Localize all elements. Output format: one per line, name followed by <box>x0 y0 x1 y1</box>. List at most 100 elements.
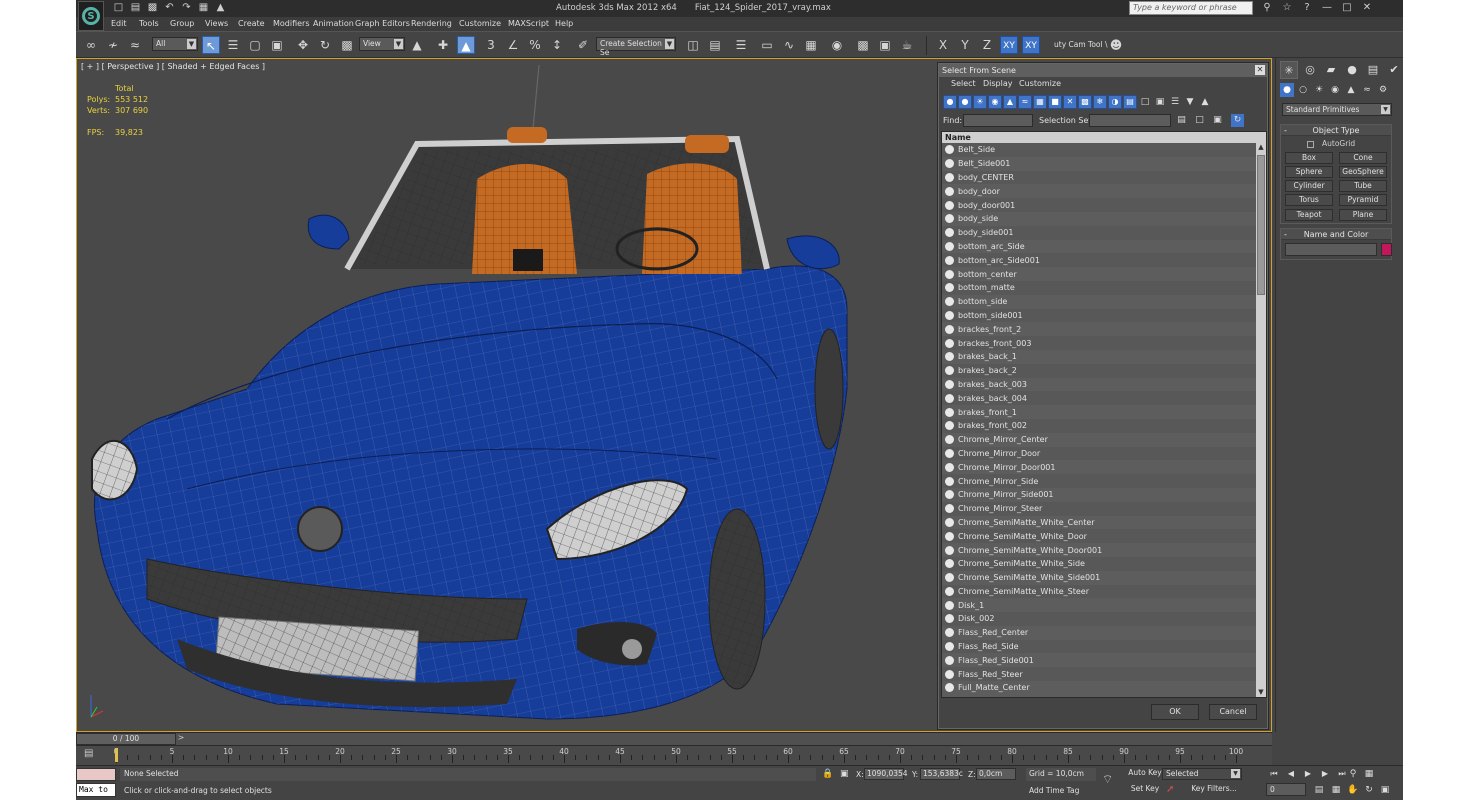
close-icon[interactable]: ✕ <box>1360 1 1374 15</box>
list-item[interactable]: Belt_Side001 <box>942 157 1256 171</box>
tab-utilities[interactable]: ✔ <box>1385 61 1403 79</box>
move-icon[interactable]: ✥ <box>294 36 312 54</box>
select-none-icon[interactable]: □ <box>1193 114 1206 127</box>
torus-button[interactable]: Torus <box>1285 194 1333 206</box>
pyramid-button[interactable]: Pyramid <box>1339 194 1387 206</box>
set-key-button[interactable]: Set Key <box>1128 784 1162 796</box>
menu-edit[interactable]: Edit <box>111 19 127 28</box>
list-item[interactable]: Disk_002 <box>942 612 1256 626</box>
display-xrefs-icon[interactable]: ■ <box>1048 95 1062 109</box>
key-mode-toggle-icon[interactable]: ▤ <box>1312 783 1326 797</box>
list-item[interactable]: brakes_back_2 <box>942 363 1256 378</box>
list-item[interactable]: Disk_1 <box>942 598 1256 612</box>
list-item[interactable]: bottom_side <box>942 295 1256 309</box>
list-item[interactable]: Chrome_SemiMatte_White_Side <box>942 556 1256 571</box>
scroll-thumb[interactable] <box>1257 155 1265 295</box>
object-type-header[interactable]: - Object Type <box>1281 125 1391 136</box>
display-geometry-icon[interactable]: ● <box>943 95 957 109</box>
render-production-icon[interactable]: ☕ <box>898 36 916 54</box>
list-item[interactable]: body_CENTER <box>942 170 1256 185</box>
tab-create[interactable]: ✳ <box>1280 61 1298 79</box>
list-item[interactable]: Chrome_Mirror_Steer <box>942 501 1256 516</box>
z-coordinate-field[interactable]: 0,0cm <box>976 768 1016 780</box>
sphere-button[interactable]: Sphere <box>1285 166 1333 178</box>
list-item[interactable]: brackes_front_2 <box>942 322 1256 336</box>
axis-xy-button[interactable]: XY <box>1000 36 1018 54</box>
play-icon[interactable]: ▶ <box>1300 767 1316 781</box>
list-item[interactable]: Chrome_SemiMatte_White_Steer <box>942 584 1256 599</box>
spinner-snap-icon[interactable]: ↕ <box>548 36 566 54</box>
open-file-icon[interactable]: ▤ <box>129 2 142 14</box>
filter-icon[interactable]: ▼ <box>1183 95 1197 109</box>
auto-key-button[interactable]: Auto Key <box>1128 768 1162 780</box>
ok-button[interactable]: OK <box>1151 704 1199 720</box>
find-input[interactable] <box>963 114 1033 127</box>
angle-snap-icon[interactable]: ∠ <box>504 36 522 54</box>
display-children-icon[interactable]: ☰ <box>1168 95 1182 109</box>
track-bar[interactable]: ▤ 05101520253035404550556065707580859095… <box>76 745 1272 765</box>
geometry-icon[interactable]: ● <box>1280 83 1294 97</box>
object-name-field[interactable] <box>1285 243 1377 256</box>
box-button[interactable]: Box <box>1285 152 1333 164</box>
x-coordinate-field[interactable]: 1090,0354 <box>864 768 908 780</box>
dialog-menu-customize[interactable]: Customize <box>1019 79 1061 88</box>
list-scrollbar[interactable]: ▲ ▼ <box>1256 143 1266 697</box>
select-by-name-icon[interactable]: ☰ <box>224 36 242 54</box>
tab-modify[interactable]: ◎ <box>1301 61 1319 79</box>
dialog-title-bar[interactable]: Select From Scene ✕ <box>939 64 1267 77</box>
geosphere-button[interactable]: GeoSphere <box>1339 166 1387 178</box>
add-time-tag[interactable]: Add Time Tag <box>1026 785 1096 798</box>
filter-influences-icon[interactable]: ▲ <box>1198 95 1212 109</box>
snaps-toggle-icon[interactable]: 3 <box>482 36 500 54</box>
search-input[interactable]: Type a keyword or phrase <box>1129 1 1253 15</box>
display-bones-icon[interactable]: ✕ <box>1063 95 1077 109</box>
menu-rendering[interactable]: Rendering <box>411 19 452 28</box>
display-containers-icon[interactable]: ▩ <box>1078 95 1092 109</box>
bind-spacewarp-icon[interactable]: ≈ <box>126 36 144 54</box>
next-frame-icon[interactable]: ▶ <box>1317 767 1333 781</box>
lights-icon[interactable]: ☀ <box>1312 83 1326 97</box>
minimize-icon[interactable]: — <box>1320 1 1334 15</box>
object-color-swatch[interactable] <box>1381 243 1392 256</box>
maxscript-listener-output[interactable] <box>76 768 116 781</box>
save-file-icon[interactable]: ▩ <box>146 2 159 14</box>
helpers-icon[interactable]: ▲ <box>1344 83 1358 97</box>
menu-graph-editors[interactable]: Graph Editors <box>355 19 410 28</box>
list-item[interactable]: Chrome_SemiMatte_White_Door001 <box>942 543 1256 557</box>
menu-tools[interactable]: Tools <box>139 19 159 28</box>
dialog-close-icon[interactable]: ✕ <box>1255 65 1265 75</box>
list-item[interactable]: Flass_Red_Steer <box>942 667 1256 682</box>
star-icon[interactable]: ☆ <box>1280 1 1294 15</box>
list-item[interactable]: Flass_Red_Side001 <box>942 653 1256 667</box>
select-all-icon[interactable]: ▤ <box>1175 114 1188 127</box>
cone-button[interactable]: Cone <box>1339 152 1387 164</box>
select-invert-icon[interactable]: ▣ <box>1211 114 1224 127</box>
list-item[interactable]: body_side001 <box>942 225 1256 240</box>
display-helpers-icon[interactable]: ▲ <box>1003 95 1017 109</box>
undo-icon[interactable]: ↶ <box>163 2 176 14</box>
display-spacewarps-icon[interactable]: ≈ <box>1018 95 1032 109</box>
menu-help[interactable]: Help <box>555 19 573 28</box>
help-icon[interactable]: ? <box>1300 1 1314 15</box>
display-invert-icon[interactable]: ▣ <box>1153 95 1167 109</box>
display-all-icon[interactable]: ▤ <box>1123 95 1137 109</box>
cylinder-button[interactable]: Cylinder <box>1285 180 1333 192</box>
curve-editor-icon[interactable]: ∿ <box>780 36 798 54</box>
rectangle-selection-icon[interactable]: ▢ <box>246 36 264 54</box>
list-item[interactable]: Flass_Red_Center <box>942 626 1256 640</box>
axis-y-button[interactable]: Y <box>956 36 974 54</box>
name-and-color-header[interactable]: - Name and Color <box>1281 229 1391 240</box>
display-shapes-icon[interactable]: ● <box>958 95 972 109</box>
primitive-category-dropdown[interactable]: Standard Primitives ▼ <box>1282 103 1392 116</box>
current-frame-marker[interactable] <box>115 748 118 762</box>
scene-object-list[interactable]: Name Belt_Side Belt_Side001 body_CENTER bod… <box>941 131 1267 698</box>
key-mode-dropdown[interactable]: Selected <box>1162 768 1242 780</box>
list-item[interactable]: Chrome_Mirror_Center <box>942 433 1256 447</box>
list-item[interactable]: Chrome_SemiMatte_White_Side001 <box>942 571 1256 585</box>
cancel-button[interactable]: Cancel <box>1209 704 1257 720</box>
time-next-icon[interactable]: > <box>176 733 186 745</box>
list-item[interactable]: Chrome_Mirror_Side001 <box>942 488 1256 502</box>
zoom-all-icon[interactable]: ▦ <box>1362 767 1376 781</box>
dialog-menu-display[interactable]: Display <box>983 79 1013 88</box>
list-item[interactable]: brakes_back_003 <box>942 378 1256 392</box>
